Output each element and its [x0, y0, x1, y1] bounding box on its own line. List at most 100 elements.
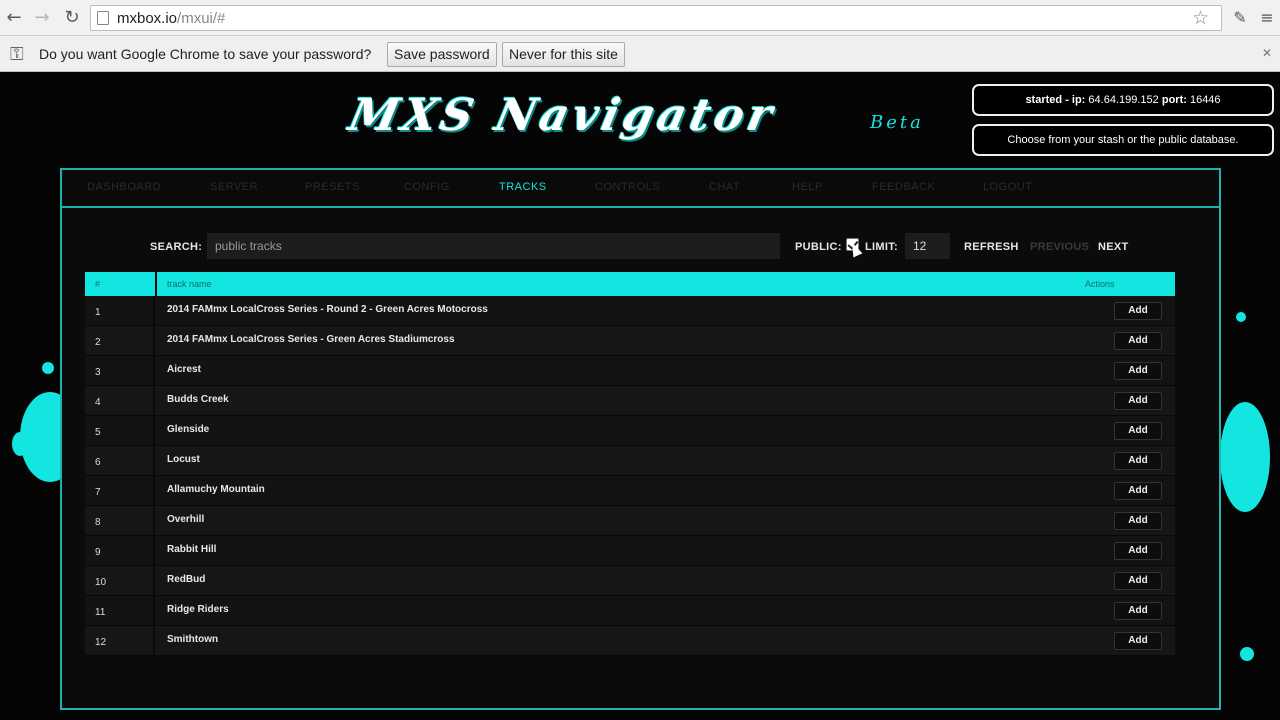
tracks-table: # track name Actions 1 2014 FAMmx LocalCr…	[85, 272, 1175, 656]
track-name: Rabbit Hill	[167, 544, 217, 555]
nav-logout[interactable]: LOGOUT	[983, 181, 1032, 193]
track-name: 2014 FAMmx LocalCross Series - Green Acr…	[167, 334, 455, 345]
public-label: PUBLIC:	[795, 241, 842, 253]
limit-label: LIMIT:	[865, 241, 898, 253]
track-name: Aicrest	[167, 364, 201, 375]
save-password-button[interactable]: Save password	[387, 42, 497, 67]
add-track-button[interactable]: Add	[1114, 482, 1162, 500]
bookmark-star-icon[interactable]: ☆	[1192, 6, 1209, 30]
extension-icon[interactable]: ✎	[1228, 6, 1252, 30]
track-number: 7	[85, 476, 155, 506]
browser-toolbar: ← → ↻ mxbox.io/mxui/# ☆ ✎ ≡	[0, 0, 1280, 36]
track-number: 12	[85, 626, 155, 656]
track-number: 9	[85, 536, 155, 566]
add-track-button[interactable]: Add	[1114, 422, 1162, 440]
table-row: 2 2014 FAMmx LocalCross Series - Green Ac…	[85, 326, 1175, 356]
table-header: # track name Actions	[85, 272, 1175, 296]
app-logo: MXS Navigator Beta	[345, 90, 950, 150]
previous-button[interactable]: PREVIOUS	[1030, 241, 1089, 253]
column-header-track-name: track name	[167, 279, 212, 289]
table-row: 9 Rabbit Hill Add	[85, 536, 1175, 566]
track-number: 11	[85, 596, 155, 626]
track-name: Locust	[167, 454, 200, 465]
nav-chat[interactable]: CHAT	[709, 181, 740, 193]
add-track-button[interactable]: Add	[1114, 512, 1162, 530]
table-body: 1 2014 FAMmx LocalCross Series - Round 2 …	[85, 296, 1175, 656]
nav-feedback[interactable]: FEEDBACK	[872, 181, 935, 193]
splatter-decoration	[1236, 312, 1246, 322]
add-track-button[interactable]: Add	[1114, 572, 1162, 590]
track-number: 1	[85, 296, 155, 326]
table-row: 4 Budds Creek Add	[85, 386, 1175, 416]
nav-presets[interactable]: PRESETS	[305, 181, 360, 193]
infobar-text: Do you want Google Chrome to save your p…	[39, 46, 372, 62]
track-name: Budds Creek	[167, 394, 229, 405]
password-infobar: ⚿ Do you want Google Chrome to save your…	[0, 36, 1280, 72]
address-bar[interactable]: mxbox.io/mxui/#	[90, 5, 1222, 31]
table-row: 3 Aicrest Add	[85, 356, 1175, 386]
track-name: 2014 FAMmx LocalCross Series - Round 2 -…	[167, 304, 488, 315]
never-for-this-site-button[interactable]: Never for this site	[502, 42, 625, 67]
track-name: Smithtown	[167, 634, 219, 645]
column-header-actions: Actions	[1085, 279, 1115, 289]
track-number: 2	[85, 326, 155, 356]
nav-config[interactable]: CONFIG	[404, 181, 450, 193]
logo-title: MXS Navigator	[344, 90, 781, 141]
track-number: 6	[85, 446, 155, 476]
nav-tracks[interactable]: TRACKS	[499, 181, 547, 193]
track-name: Glenside	[167, 424, 210, 435]
table-row: 12 Smithtown Add	[85, 626, 1175, 656]
close-icon[interactable]: ✕	[1262, 46, 1272, 60]
track-name: Allamuchy Mountain	[167, 484, 265, 495]
add-track-button[interactable]: Add	[1114, 542, 1162, 560]
search-input[interactable]	[207, 233, 780, 259]
table-row: 11 Ridge Riders Add	[85, 596, 1175, 626]
nav-dashboard[interactable]: DASHBOARD	[87, 181, 161, 193]
page: MXS Navigator Beta started - ip: 64.64.1…	[0, 72, 1280, 720]
track-number: 3	[85, 356, 155, 386]
key-icon: ⚿	[10, 44, 24, 65]
main-nav: DASHBOARD SERVER PRESETS CONFIG TRACKS C…	[62, 170, 1219, 208]
forward-icon[interactable]: →	[30, 6, 54, 30]
track-name: Ridge Riders	[167, 604, 229, 615]
add-track-button[interactable]: Add	[1114, 392, 1162, 410]
page-icon	[97, 11, 109, 25]
track-number: 4	[85, 386, 155, 416]
track-number: 8	[85, 506, 155, 536]
main-panel: DASHBOARD SERVER PRESETS CONFIG TRACKS C…	[60, 168, 1221, 710]
add-track-button[interactable]: Add	[1114, 452, 1162, 470]
splatter-decoration	[42, 362, 54, 374]
add-track-button[interactable]: Add	[1114, 362, 1162, 380]
column-header-number: #	[95, 279, 101, 289]
nav-controls[interactable]: CONTROLS	[595, 181, 660, 193]
next-button[interactable]: NEXT	[1098, 241, 1129, 253]
back-icon[interactable]: ←	[2, 6, 26, 30]
track-number: 10	[85, 566, 155, 596]
add-track-button[interactable]: Add	[1114, 332, 1162, 350]
table-row: 10 RedBud Add	[85, 566, 1175, 596]
table-row: 8 Overhill Add	[85, 506, 1175, 536]
limit-input[interactable]	[905, 233, 950, 259]
menu-icon[interactable]: ≡	[1258, 6, 1276, 30]
add-track-button[interactable]: Add	[1114, 632, 1162, 650]
table-row: 7 Allamuchy Mountain Add	[85, 476, 1175, 506]
nav-help[interactable]: HELP	[792, 181, 823, 193]
server-status-box: started - ip: 64.64.199.152 port: 16446	[972, 84, 1274, 116]
splatter-decoration	[12, 432, 28, 456]
track-name: Overhill	[167, 514, 205, 525]
table-row: 6 Locust Add	[85, 446, 1175, 476]
add-track-button[interactable]: Add	[1114, 302, 1162, 320]
track-number: 5	[85, 416, 155, 446]
logo-beta: Beta	[870, 112, 924, 133]
mouse-cursor-icon	[847, 240, 863, 258]
column-divider	[155, 272, 157, 296]
search-label: SEARCH:	[150, 241, 203, 253]
refresh-button[interactable]: REFRESH	[964, 241, 1019, 253]
nav-server[interactable]: SERVER	[210, 181, 258, 193]
reload-icon[interactable]: ↻	[60, 6, 84, 30]
table-row: 1 2014 FAMmx LocalCross Series - Round 2 …	[85, 296, 1175, 326]
add-track-button[interactable]: Add	[1114, 602, 1162, 620]
table-row: 5 Glenside Add	[85, 416, 1175, 446]
splatter-decoration	[1220, 402, 1270, 512]
hint-box: Choose from your stash or the public dat…	[972, 124, 1274, 156]
